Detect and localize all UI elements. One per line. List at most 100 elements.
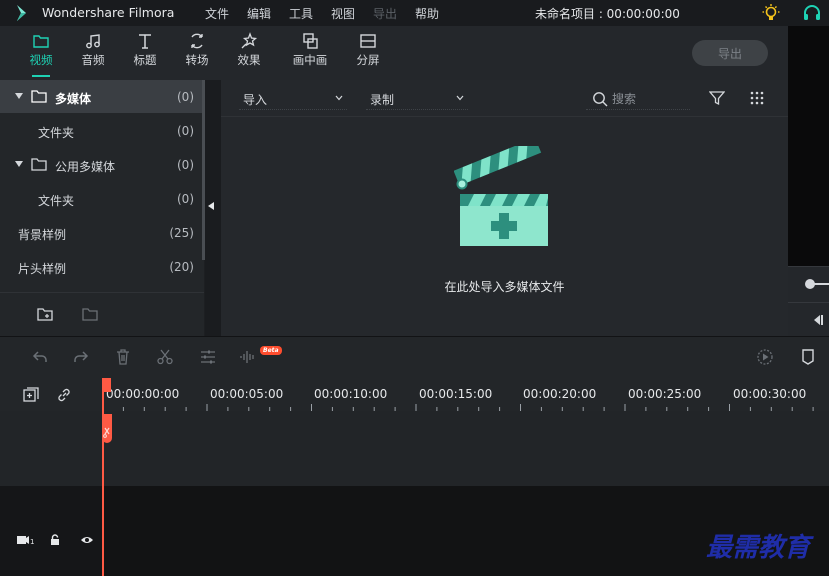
video-track-area[interactable] (0, 411, 829, 486)
tab-titles[interactable]: 标题 (123, 32, 167, 68)
media-filter-bar: 导入 录制 (221, 80, 788, 117)
ruler-label: 00:00:10:00 (314, 387, 388, 401)
tab-audio[interactable]: 音频 (71, 32, 115, 68)
ruler-ticks (102, 404, 814, 411)
library-item-intro-samples[interactable]: 片头样例 (20) (0, 250, 204, 283)
pip-icon (303, 33, 318, 49)
export-button[interactable]: 导出 (692, 40, 768, 66)
new-folder-icon[interactable] (37, 307, 53, 321)
menu-edit[interactable]: 编辑 (247, 5, 271, 22)
library-item-shared-media[interactable]: 公用多媒体 (0) (0, 148, 204, 181)
tab-video[interactable]: 视频 (19, 32, 63, 77)
effects-icon (241, 32, 258, 49)
title-bar: Wondershare Filmora 文件 编辑 工具 视图 导出 帮助 未命… (0, 0, 829, 26)
import-dropdown[interactable]: 导入 (239, 88, 347, 110)
lock-icon[interactable] (50, 534, 60, 546)
library-item-count: (20) (169, 260, 194, 274)
collapse-panel-icon[interactable] (208, 202, 214, 210)
search-icon (593, 92, 608, 107)
library-item-background-samples[interactable]: 背景样例 (25) (0, 216, 204, 249)
chevron-down-icon (335, 95, 343, 101)
menu-tools[interactable]: 工具 (289, 5, 313, 22)
library-item-count: (0) (177, 192, 194, 206)
record-dropdown-label: 录制 (370, 93, 395, 107)
menu-file[interactable]: 文件 (205, 5, 229, 22)
text-icon (139, 34, 151, 49)
tab-effects[interactable]: 效果 (227, 32, 271, 68)
search-input[interactable] (612, 90, 686, 108)
delete-icon[interactable] (114, 348, 132, 366)
library-item-label: 文件夹 (38, 194, 75, 208)
tab-effects-label: 效果 (237, 53, 261, 67)
library-footer (0, 292, 204, 336)
tab-transitions[interactable]: 转场 (175, 32, 219, 68)
library-item-count: (0) (177, 90, 194, 104)
library-item-folder[interactable]: 文件夹 (0) (0, 114, 204, 147)
library-item-media[interactable]: 多媒体 (0) (0, 80, 204, 113)
media-panel: 导入 录制 在此处导入多媒体文件 (221, 80, 788, 336)
headset-icon[interactable] (802, 3, 822, 23)
library-item-count: (0) (177, 158, 194, 172)
folder-icon (31, 90, 47, 103)
playhead-handle[interactable] (102, 378, 111, 392)
folder-icon (33, 35, 49, 48)
menu-view[interactable]: 视图 (331, 5, 355, 22)
filter-icon[interactable] (709, 90, 725, 106)
project-title: 未命名项目 : 00:00:00:00 (535, 7, 680, 21)
adjust-icon[interactable] (199, 348, 217, 366)
main-track-area[interactable] (0, 486, 829, 576)
module-toolbar: 视频 音频 标题 转场 效果 画中画 分屏 导出 (0, 26, 788, 80)
slider-knob-icon[interactable] (804, 277, 829, 291)
expand-arrow-icon[interactable] (15, 161, 23, 167)
track-header (0, 486, 102, 576)
library-item-count: (25) (169, 226, 194, 240)
search-box[interactable] (586, 88, 690, 110)
preview-step-control[interactable] (788, 302, 829, 336)
menu-help[interactable]: 帮助 (415, 5, 439, 22)
tab-pip-label: 画中画 (292, 53, 328, 67)
track-number: 1 (30, 538, 34, 546)
render-preview-icon[interactable] (756, 348, 774, 366)
ruler-label: 00:00:20:00 (523, 387, 597, 401)
music-note-icon (86, 34, 100, 49)
preview-volume-control[interactable] (788, 266, 829, 302)
empty-media-hint[interactable]: 在此处导入多媒体文件 (221, 278, 788, 295)
app-name: Wondershare Filmora (42, 5, 175, 20)
tab-split-screen[interactable]: 分屏 (346, 32, 390, 68)
tab-pip[interactable]: 画中画 (288, 32, 332, 68)
ruler-label: 00:00:25:00 (628, 387, 702, 401)
ruler-label: 00:00:05:00 (210, 387, 284, 401)
timeline-toolbar: Beta (0, 336, 829, 378)
add-track-icon[interactable] (23, 387, 39, 403)
clapperboard-icon[interactable] (454, 146, 554, 250)
step-back-icon[interactable] (812, 314, 824, 326)
import-dropdown-label: 导入 (243, 93, 268, 107)
grid-view-icon[interactable] (749, 90, 765, 106)
split-screen-icon (360, 34, 376, 48)
expand-arrow-icon[interactable] (15, 93, 23, 99)
ruler-label: 00:00:00:00 (106, 387, 180, 401)
audio-waveform-icon[interactable] (239, 348, 257, 366)
record-dropdown[interactable]: 录制 (366, 88, 468, 110)
library-item-shared-folder[interactable]: 文件夹 (0) (0, 182, 204, 215)
link-icon[interactable] (56, 387, 72, 403)
folder-outline-icon[interactable] (82, 307, 98, 321)
menu-export[interactable]: 导出 (373, 5, 397, 22)
cut-icon[interactable] (156, 348, 174, 366)
marker-icon[interactable] (799, 348, 817, 366)
transition-icon (191, 33, 203, 49)
redo-icon[interactable] (72, 348, 90, 366)
ruler-label: 00:00:30:00 (733, 387, 807, 401)
bulb-icon[interactable] (762, 3, 780, 23)
eye-icon[interactable] (80, 534, 94, 546)
folder-icon (31, 158, 47, 171)
timeline-ruler[interactable]: 00:00:00:00 00:00:05:00 00:00:10:00 00:0… (0, 378, 829, 411)
library-item-label: 背景样例 (18, 228, 67, 242)
preview-panel (788, 26, 829, 336)
tab-split-screen-label: 分屏 (356, 53, 380, 67)
library-item-label: 文件夹 (38, 126, 75, 140)
library-item-count: (0) (177, 124, 194, 138)
undo-icon[interactable] (31, 348, 49, 366)
chevron-down-icon (456, 95, 464, 101)
playhead-scissor-icon[interactable] (100, 414, 114, 448)
